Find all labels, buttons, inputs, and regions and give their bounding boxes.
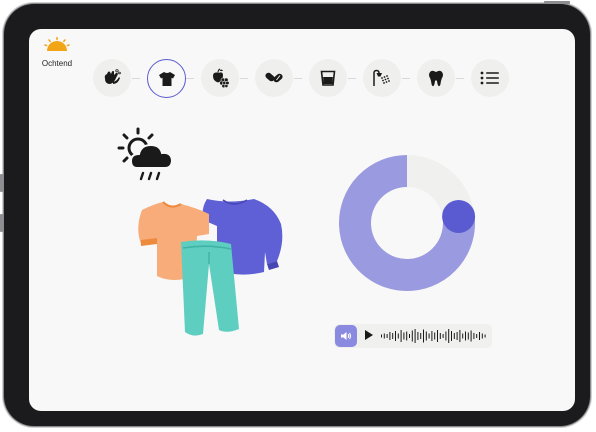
shower-icon bbox=[373, 69, 390, 86]
pills-icon bbox=[265, 72, 283, 83]
timer-knob[interactable] bbox=[442, 199, 476, 233]
waveform-bar bbox=[386, 334, 388, 338]
volume-button bbox=[0, 174, 3, 192]
clothes-weather-illustration bbox=[117, 127, 283, 336]
waveform-bar bbox=[481, 333, 483, 339]
waveform-bar bbox=[437, 330, 438, 342]
waveform-bar bbox=[431, 331, 433, 341]
volume-button[interactable] bbox=[335, 325, 357, 347]
waveform-bar bbox=[392, 333, 394, 339]
waveform-bar bbox=[470, 330, 472, 342]
step-breakfast[interactable] bbox=[201, 59, 239, 97]
waveform-bar bbox=[473, 333, 475, 339]
audio-player bbox=[334, 324, 492, 348]
time-of-day[interactable]: Ochtend bbox=[37, 36, 77, 68]
glass-icon bbox=[320, 70, 336, 86]
fruit-icon bbox=[213, 68, 230, 88]
waveform-bar bbox=[434, 332, 436, 340]
sun-cloud-rain-icon bbox=[117, 127, 174, 181]
volume-button bbox=[0, 214, 3, 232]
waveform-bar bbox=[451, 331, 452, 341]
step-brush-teeth[interactable] bbox=[417, 59, 455, 97]
wash-hands-icon bbox=[104, 69, 121, 84]
menu-list-icon bbox=[480, 71, 499, 85]
play-icon[interactable] bbox=[364, 329, 374, 341]
app-screen: Ochtend bbox=[29, 29, 575, 411]
waveform-bar bbox=[462, 333, 464, 339]
tablet-frame: Ochtend bbox=[0, 1, 590, 426]
waveform-bar bbox=[425, 331, 427, 341]
step-connector bbox=[240, 78, 248, 79]
waveform-bar bbox=[395, 331, 396, 341]
waveform-bar bbox=[383, 333, 385, 339]
waveform-bar bbox=[465, 331, 466, 341]
waveform-bar bbox=[409, 334, 410, 338]
waveform-bar bbox=[445, 331, 447, 341]
waveform-bar bbox=[439, 333, 441, 339]
tooth-icon bbox=[429, 70, 443, 87]
waveform-bar bbox=[389, 332, 391, 340]
waveform-bar bbox=[484, 334, 486, 338]
waveform-bar bbox=[456, 332, 458, 340]
waveform-bar bbox=[381, 334, 382, 338]
waveform-bar bbox=[467, 332, 469, 340]
waveform-bar bbox=[420, 333, 422, 339]
audio-waveform[interactable] bbox=[380, 327, 488, 345]
step-connector bbox=[132, 78, 140, 79]
step-connector bbox=[402, 78, 410, 79]
waveform-bar bbox=[453, 333, 455, 339]
step-wash-hands[interactable] bbox=[93, 59, 131, 97]
waveform-bar bbox=[423, 329, 424, 343]
step-connector bbox=[186, 78, 194, 79]
power-button bbox=[544, 1, 570, 4]
waveform-bar bbox=[442, 334, 444, 338]
tshirt-icon bbox=[158, 71, 175, 86]
pants-graphic bbox=[181, 240, 239, 336]
step-connector bbox=[456, 78, 464, 79]
waveform-bar bbox=[428, 333, 430, 339]
waveform-bar bbox=[411, 330, 413, 342]
speaker-icon bbox=[341, 332, 352, 340]
waveform-bar bbox=[459, 330, 461, 342]
waveform-bar bbox=[417, 332, 419, 340]
step-overview[interactable] bbox=[471, 59, 509, 97]
step-drink[interactable] bbox=[309, 59, 347, 97]
time-of-day-label: Ochtend bbox=[41, 59, 73, 68]
timer-ring bbox=[339, 155, 476, 291]
waveform-bar bbox=[476, 334, 478, 338]
waveform-bar bbox=[397, 333, 399, 339]
waveform-bar bbox=[448, 329, 450, 343]
waveform-bar bbox=[400, 330, 402, 342]
step-connector bbox=[294, 78, 302, 79]
step-connector bbox=[348, 78, 356, 79]
sunrise-icon bbox=[44, 36, 70, 51]
step-medication[interactable] bbox=[255, 59, 293, 97]
waveform-bar bbox=[479, 332, 480, 340]
waveform-bar bbox=[406, 331, 408, 341]
waveform-bar bbox=[403, 332, 405, 340]
step-clothing[interactable] bbox=[147, 59, 186, 98]
step-shower[interactable] bbox=[363, 59, 401, 97]
waveform-bar bbox=[414, 329, 416, 343]
